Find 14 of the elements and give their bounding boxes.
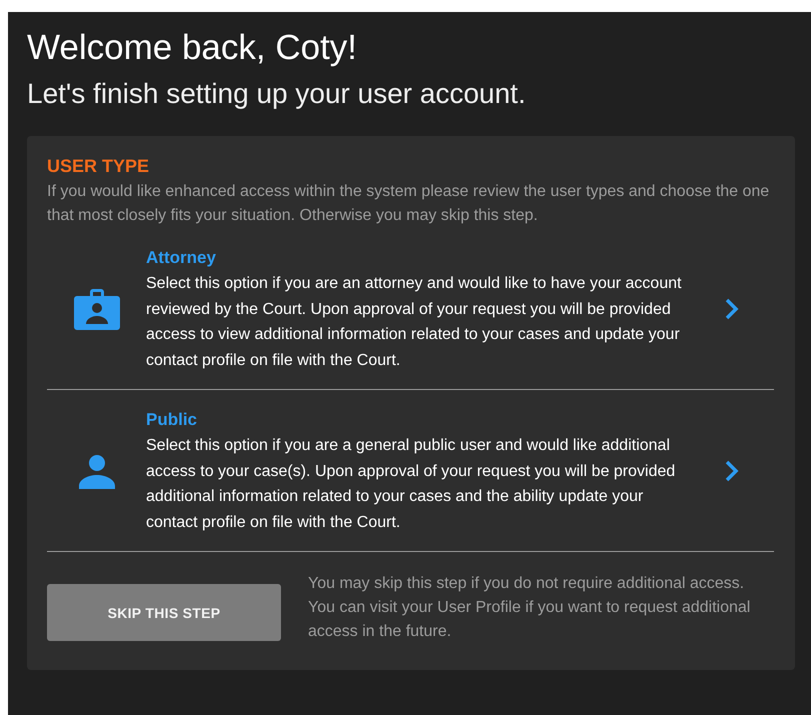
welcome-heading: Welcome back, Coty!	[27, 27, 358, 69]
option-description: Select this option if you are a general public user and would like additional access to your case(s). Upon approval of your request you will be provided additional information related to your cases and the ability update your contact profile on file with the Court.	[146, 436, 676, 532]
person-icon	[78, 452, 114, 488]
option-title: Attorney	[146, 247, 217, 269]
option-description: Select this option if you are an attorney and would like to have your account reviewed by the Court. Upon approval of your request you will be provided access to view additional information related to your cases and update your contact profile on file with the Court.	[146, 274, 682, 370]
chevron-right-icon	[724, 458, 740, 482]
card-title: USER TYPE	[47, 155, 150, 178]
intro-text: If you would like enhanced access within the system please review the user types and choose the one that most closely fits your situation. Otherwise you may skip this step.	[47, 182, 770, 226]
badge-icon	[74, 288, 120, 330]
chevron-right-icon	[724, 296, 740, 320]
skip-button[interactable]: SKIP THIS STEP	[47, 584, 281, 641]
setup-subheading: Let's finish setting up your user account.	[27, 77, 527, 111]
option-title: Public	[146, 409, 198, 431]
skip-note: You may skip this step if you do not require additional access. You can visit your User Profile if you want to request additional access in the future.	[308, 574, 752, 642]
